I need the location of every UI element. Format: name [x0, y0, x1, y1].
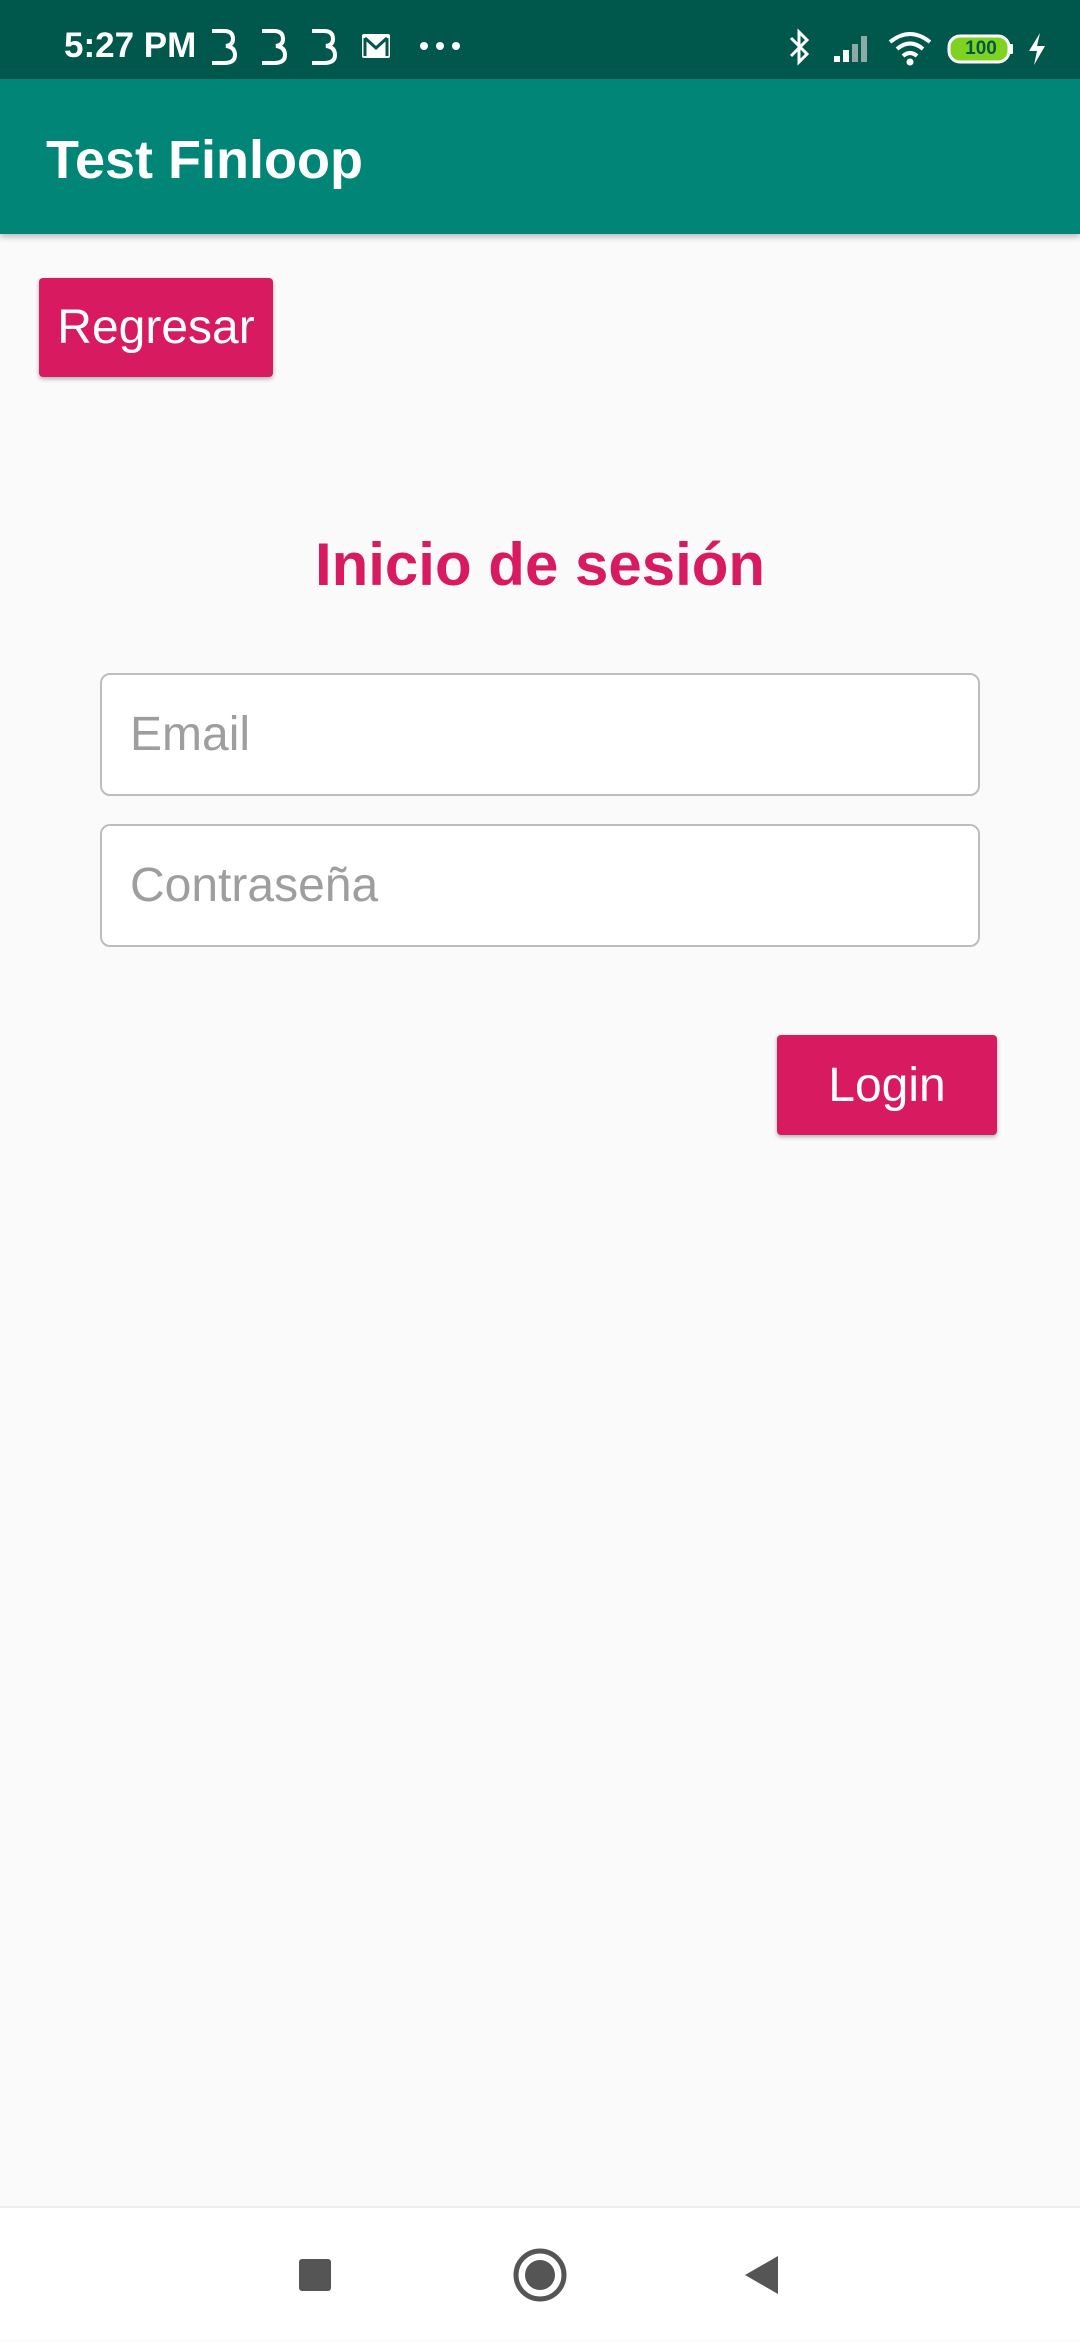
back-nav-button[interactable]: [706, 2208, 816, 2342]
home-button[interactable]: [485, 2208, 595, 2342]
app-bar: Test Finloop: [0, 79, 1080, 234]
b-notification-icon: [262, 29, 288, 65]
back-button[interactable]: Regresar: [39, 278, 273, 377]
wifi-icon: [888, 32, 932, 66]
home-icon: [513, 2248, 567, 2302]
recents-button[interactable]: [260, 2208, 370, 2342]
back-icon: [745, 2256, 778, 2294]
signal-icon: [834, 36, 867, 62]
gmail-icon: [362, 34, 390, 58]
status-bar: 5:27 PM 100: [0, 0, 1080, 79]
b-notification-icon: [212, 29, 238, 65]
charging-icon: [1029, 33, 1045, 65]
page-title: Inicio de sesión: [314, 531, 766, 598]
battery-level: 100: [965, 38, 997, 59]
b-notification-icon: [312, 29, 338, 65]
password-field-container: [100, 824, 980, 947]
app-title: Test Finloop: [46, 130, 363, 190]
bluetooth-icon: [789, 28, 810, 66]
system-icons: 100: [760, 0, 1080, 79]
password-field[interactable]: [102, 826, 978, 945]
email-field-container: [100, 673, 980, 796]
recents-icon: [299, 2259, 331, 2291]
more-dots-icon: [420, 42, 460, 50]
login-button[interactable]: Login: [777, 1035, 997, 1135]
status-time: 5:27 PM: [64, 26, 197, 65]
email-field[interactable]: [102, 675, 978, 794]
navigation-bar: [0, 2206, 1080, 2340]
